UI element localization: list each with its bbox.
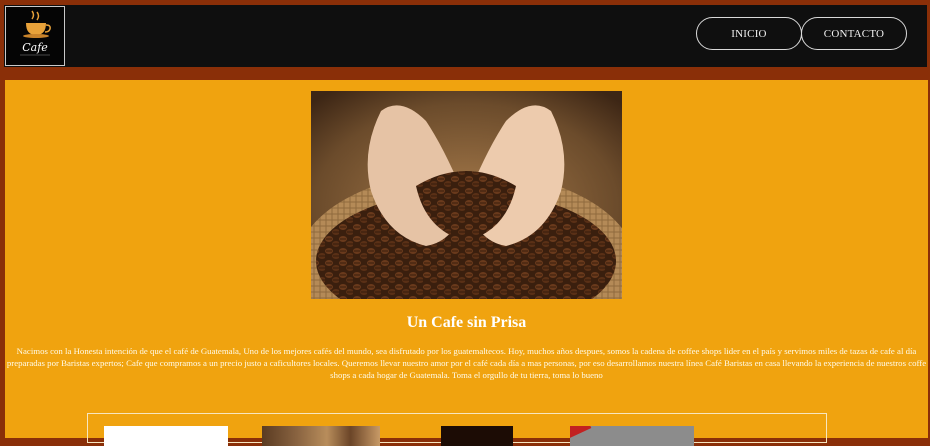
cafe-logo[interactable]: Cafe (5, 6, 65, 66)
nav-contacto-button[interactable]: CONTACTO (801, 17, 907, 50)
description-text: Nacimos con la Honesta intención de que … (6, 346, 927, 380)
hero-image (311, 91, 622, 299)
coffee-cup-icon: Cafe (20, 10, 51, 56)
site-header: Cafe INICIO CONTACTO (4, 5, 927, 67)
nav-inicio-button[interactable]: INICIO (696, 17, 802, 50)
gallery-thumb[interactable] (104, 426, 228, 446)
gallery-thumb[interactable] (441, 426, 513, 446)
logo-text: Cafe (22, 41, 48, 54)
gallery-thumb[interactable] (570, 426, 694, 446)
page-title: Un Cafe sin Prisa (406, 314, 527, 331)
main-content: Un Cafe sin Prisa Nacimos con la Honesta… (5, 80, 928, 446)
gallery-strip (87, 413, 827, 446)
gallery-thumb[interactable] (262, 426, 380, 446)
